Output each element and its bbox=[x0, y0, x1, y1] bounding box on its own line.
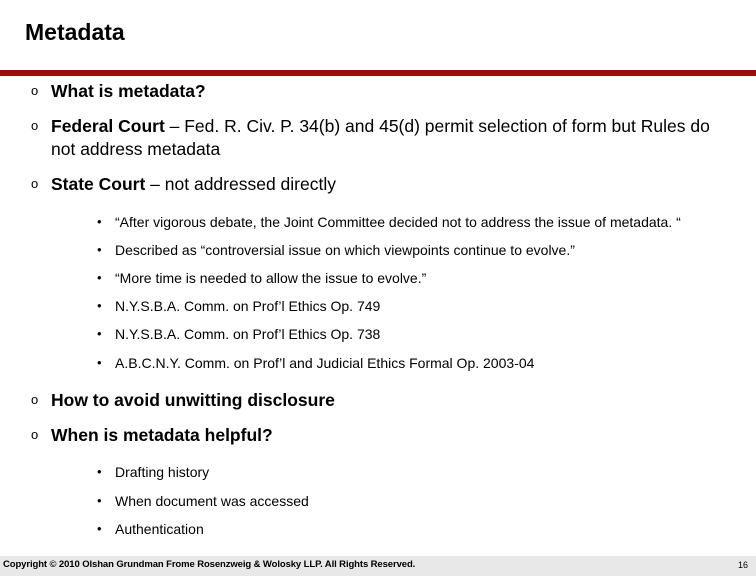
sub-bullet-text: A.B.C.N.Y. Comm. on Prof’l and Judicial … bbox=[115, 354, 535, 371]
bullet-federal-court: o Federal Court – Fed. R. Civ. P. 34(b) a… bbox=[0, 115, 756, 160]
sub-bullet-text: Described as “controversial issue on whi… bbox=[115, 241, 575, 258]
sub-bullet-item: • When document was accessed bbox=[0, 492, 756, 510]
sub-bullet-marker-dot-icon: • bbox=[97, 520, 102, 536]
bullet-lead-text: When is metadata helpful? bbox=[51, 425, 273, 446]
bullet-lead-text: Federal Court bbox=[51, 116, 165, 137]
footer-bar: Copyright © 2010 Olshan Grundman Frome R… bbox=[0, 556, 756, 576]
bullet-lead-text: How to avoid unwitting disclosure bbox=[51, 389, 335, 410]
sub-bullet-text: When document was accessed bbox=[115, 492, 309, 509]
bullet-marker-circle-icon: o bbox=[31, 427, 39, 443]
sub-bullet-text: “More time is needed to allow the issue … bbox=[115, 269, 427, 286]
bullet-marker-circle-icon: o bbox=[31, 176, 39, 192]
sub-bullet-marker-dot-icon: • bbox=[97, 326, 102, 342]
bullet-when-is-metadata-helpful: o When is metadata helpful? bbox=[0, 424, 756, 446]
bullet-lead-text: State Court bbox=[51, 174, 146, 195]
slide-body: o What is metadata? o Federal Court – Fed.… bbox=[0, 80, 756, 548]
page-title: Metadata bbox=[25, 19, 125, 45]
sub-bullet-item: • “More time is needed to allow the issue… bbox=[0, 269, 756, 287]
sub-bullet-marker-dot-icon: • bbox=[97, 269, 102, 285]
sub-bullet-item: • “After vigorous debate, the Joint Commi… bbox=[0, 213, 756, 231]
sub-bullet-item: • Described as “controversial issue on wh… bbox=[0, 241, 756, 259]
bullet-how-to-avoid-unwitting-disclosure: o How to avoid unwitting disclosure bbox=[0, 389, 756, 411]
title-divider-rule bbox=[0, 70, 756, 76]
sub-bullet-item: • A.B.C.N.Y. Comm. on Prof’l and Judicial… bbox=[0, 354, 756, 372]
slide-number: 16 bbox=[737, 560, 748, 570]
sub-bullet-marker-dot-icon: • bbox=[97, 464, 102, 480]
sub-bullet-item: • N.Y.S.B.A. Comm. on Prof’l Ethics Op. 7… bbox=[0, 325, 756, 343]
bullet-marker-circle-icon: o bbox=[31, 83, 39, 98]
sub-bullet-text: N.Y.S.B.A. Comm. on Prof’l Ethics Op. 74… bbox=[115, 298, 381, 315]
sub-bullet-text: Drafting history bbox=[115, 464, 210, 481]
bullet-lead-text: What is metadata? bbox=[51, 81, 206, 101]
bullet-state-court: o State Court – not addressed directly bbox=[0, 173, 756, 195]
sub-bullet-marker-dot-icon: • bbox=[97, 492, 102, 508]
sub-bullet-marker-dot-icon: • bbox=[97, 298, 102, 314]
sub-bullet-marker-dot-icon: • bbox=[97, 354, 102, 370]
sub-bullet-marker-dot-icon: • bbox=[97, 213, 102, 229]
sub-bullet-text: “After vigorous debate, the Joint Commit… bbox=[115, 213, 681, 230]
sub-bullet-marker-dot-icon: • bbox=[97, 241, 102, 257]
bullet-what-is-metadata: o What is metadata? bbox=[0, 80, 756, 102]
sub-bullet-text: Authentication bbox=[115, 520, 204, 537]
bullet-marker-circle-icon: o bbox=[31, 391, 39, 407]
sub-bullet-item: • N.Y.S.B.A. Comm. on Prof’l Ethics Op. 7… bbox=[0, 297, 756, 315]
sub-bullet-item: • Authentication bbox=[0, 520, 756, 538]
bullet-marker-circle-icon: o bbox=[31, 118, 39, 134]
copyright-notice: Copyright © 2010 Olshan Grundman Frome R… bbox=[3, 559, 416, 570]
sub-bullet-item: • Drafting history bbox=[0, 463, 756, 481]
sub-bullet-text: N.Y.S.B.A. Comm. on Prof’l Ethics Op. 73… bbox=[115, 326, 381, 343]
slide: Metadata o What is metadata? o Federal Cou… bbox=[0, 0, 756, 576]
bullet-rest-text: – not addressed directly bbox=[145, 174, 336, 195]
